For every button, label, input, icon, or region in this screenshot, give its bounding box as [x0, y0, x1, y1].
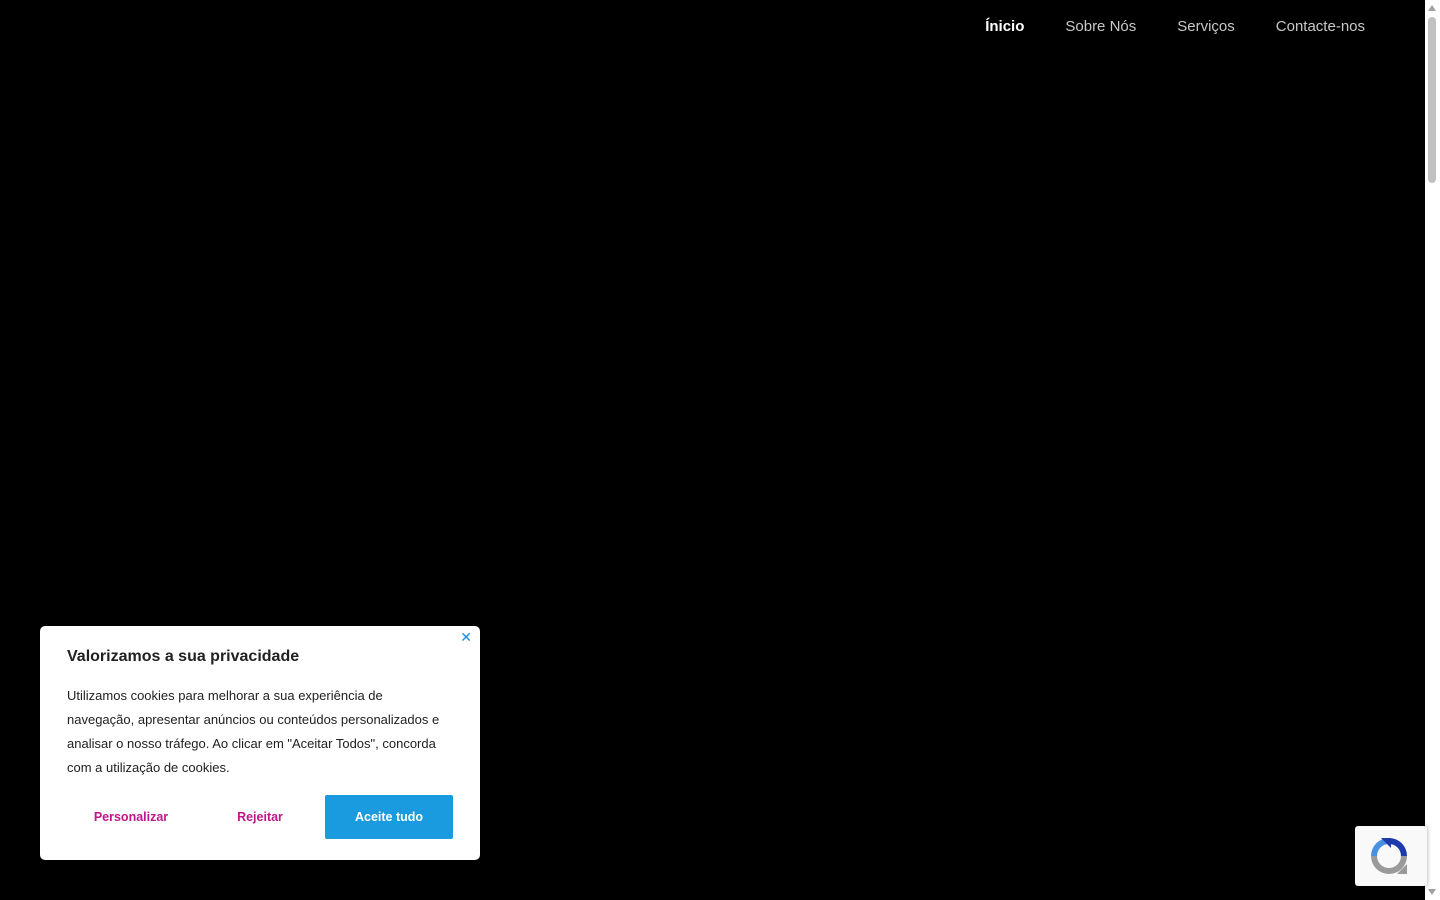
cookie-banner-text: Utilizamos cookies para melhorar a sua e… [67, 688, 440, 775]
scrollbar-thumb[interactable] [1428, 17, 1436, 183]
cookie-banner-buttons: Personalizar Rejeitar Aceite tudo [67, 795, 453, 839]
recaptcha-badge[interactable] [1355, 826, 1427, 886]
page-scrollbar[interactable] [1425, 0, 1440, 900]
cookie-consent-banner: ✕ Valorizamos a sua privacidade Utilizam… [40, 626, 480, 860]
accept-all-button[interactable]: Aceite tudo [325, 795, 453, 839]
recaptcha-icon [1371, 838, 1407, 874]
close-icon[interactable]: ✕ [460, 630, 472, 644]
nav-item-servicos[interactable]: Serviços [1177, 18, 1235, 35]
scroll-up-arrow-icon[interactable] [1428, 5, 1436, 11]
nav-item-contacte-nos[interactable]: Contacte-nos [1276, 18, 1365, 35]
nav-item-inicio[interactable]: Ínicio [985, 18, 1024, 35]
reject-button[interactable]: Rejeitar [196, 795, 324, 839]
cookie-banner-title: Valorizamos a sua privacidade [67, 648, 300, 665]
nav-item-sobre-nos[interactable]: Sobre Nós [1065, 18, 1136, 35]
customize-button[interactable]: Personalizar [67, 795, 195, 839]
main-nav: Ínicio Sobre Nós Serviços Contacte-nos [944, 0, 1365, 52]
scroll-down-arrow-icon[interactable] [1428, 889, 1436, 895]
